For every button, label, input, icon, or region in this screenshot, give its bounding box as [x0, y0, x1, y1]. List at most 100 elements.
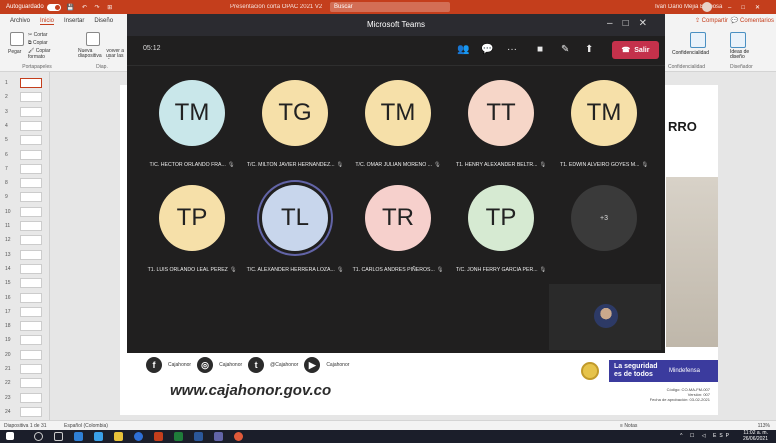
explorer-icon[interactable] — [114, 432, 123, 441]
slide-thumbnail[interactable]: 24 — [2, 405, 48, 419]
chat-icon[interactable]: 💬 — [481, 44, 493, 55]
zoom-level[interactable]: 113% — [758, 423, 770, 429]
mindefensa-text: Mindefensa — [669, 368, 701, 374]
mic-muted-icon: 🎙 — [539, 267, 547, 273]
design-ideas-icon[interactable] — [730, 32, 746, 48]
participant-tile[interactable]: TG T/C. MILTON JAVIER HERNANDEZ... 🎙 — [242, 74, 348, 174]
confidential-button[interactable]: Confidencialidad — [672, 50, 709, 56]
task-view-icon[interactable] — [54, 432, 63, 441]
copy-button[interactable]: ⧉ Copiar — [28, 40, 48, 46]
notes-button[interactable]: ≡ Notas — [620, 423, 637, 429]
slide-thumbnail[interactable]: 1 — [2, 76, 48, 90]
teams-window-controls[interactable]: –□✕ — [607, 18, 657, 29]
participant-tile[interactable]: TP T1. LUIS ORLANDO LEAL PEREZ 🎙 — [139, 179, 245, 279]
user-avatar[interactable] — [702, 2, 712, 12]
slide-thumbnails[interactable]: 1 2 3 4 5 6 7 8 9 10 11 12 13 14 15 16 17 18 19 20 21 22 23 24 — [0, 72, 50, 420]
slide-thumbnail[interactable]: 15 — [2, 276, 48, 290]
user-name[interactable]: Ivan Dario Mejia Barbosa — [655, 4, 722, 10]
social-twitter: @Cajahonor — [270, 362, 299, 368]
participants-icon[interactable]: 👥 — [457, 44, 469, 55]
autosave-label: Autoguardado — [6, 4, 44, 10]
autosave-toggle[interactable]: Autoguardado — [6, 3, 61, 11]
search-box[interactable]: Buscar — [330, 2, 450, 12]
new-slide-button[interactable]: Nueva diapositiva — [78, 49, 106, 59]
slide-thumbnail[interactable]: 17 — [2, 305, 48, 319]
mic-muted-icon[interactable]: ✎ — [561, 44, 569, 55]
participant-tile[interactable]: TR T1. CARLOS ANDRES PIÑEROS... 🎙 — [345, 179, 451, 279]
thumbnail-number: 11 — [5, 223, 11, 229]
slide-thumbnail[interactable]: 13 — [2, 248, 48, 262]
reuse-slides-button[interactable]: Volver a usar las diap. — [106, 49, 128, 59]
format-painter-button[interactable]: 🖌 Copiar formato — [28, 48, 68, 60]
slide-thumbnail[interactable]: 7 — [2, 162, 48, 176]
document-title: Presentación corta OPAC 2021 V2 — [230, 4, 323, 10]
website-url: www.cajahonor.gov.co — [170, 382, 332, 399]
word-icon[interactable] — [194, 432, 203, 441]
slide-thumbnail[interactable]: 20 — [2, 348, 48, 362]
powerpoint-icon[interactable] — [154, 432, 163, 441]
store-icon[interactable] — [94, 432, 103, 441]
self-view[interactable] — [549, 284, 661, 350]
participant-tile[interactable]: TT T1. HENRY ALEXANDER BELTR... 🎙 — [448, 74, 554, 174]
slide-thumbnail[interactable]: 19 — [2, 333, 48, 347]
slide-thumbnail[interactable]: 6 — [2, 148, 48, 162]
overflow-tile[interactable]: +3 — [551, 179, 657, 279]
participant-tile[interactable]: TM T1. EDWIN ALVEIRO GOYES M... 🎙 — [551, 74, 657, 174]
teams-icon[interactable] — [214, 432, 223, 441]
participant-tile[interactable]: TM T/C. HECTOR ORLANDO FRA... 🎙 — [139, 74, 245, 174]
slide-thumbnail[interactable]: 11 — [2, 219, 48, 233]
tab-inicio[interactable]: Inicio — [40, 18, 55, 25]
participant-tile[interactable]: TP T/C. JONH FERRY GARCIA PER... 🎙 — [448, 179, 554, 279]
clock[interactable]: 11:02 a. m. 26/06/2021 — [743, 430, 768, 442]
participant-name-row: T1. LUIS ORLANDO LEAL PEREZ 🎙 — [139, 267, 245, 273]
participant-name-row: T/C. MILTON JAVIER HERNANDEZ... 🎙 — [242, 162, 348, 168]
paste-icon[interactable] — [10, 32, 24, 46]
clipboard-group-label: Portapapeles — [22, 64, 52, 70]
teams-titlebar: Microsoft Teams –□✕ — [127, 14, 665, 36]
design-ideas-button[interactable]: Ideas de diseño — [730, 50, 760, 60]
slide-thumbnail[interactable]: 22 — [2, 376, 48, 390]
search-icon[interactable] — [34, 432, 43, 441]
share-button[interactable]: ⇪ Compartir — [695, 17, 728, 24]
slide-thumbnail[interactable]: 18 — [2, 319, 48, 333]
slide-thumbnail[interactable]: 8 — [2, 176, 48, 190]
thumbnail-preview — [20, 192, 42, 203]
leave-call-button[interactable]: ☎ Salir — [612, 41, 659, 59]
participant-tile[interactable]: TL T/C. ALEXANDER HERRERA LOZA... 🎙 — [242, 179, 348, 279]
excel-icon[interactable] — [174, 432, 183, 441]
language[interactable]: Español (Colombia) — [64, 423, 108, 429]
slide-count: Diapositiva 1 de 31 — [4, 423, 47, 429]
share-screen-icon[interactable]: ⬆ — [585, 44, 593, 55]
thumbnail-number: 21 — [5, 366, 11, 372]
tab-archivo[interactable]: Archivo — [10, 18, 30, 24]
quick-access-icons[interactable]: 💾 ↶ ↷ ⊞ — [67, 4, 116, 11]
confidential-icon[interactable] — [690, 32, 706, 48]
seguridad-text: La seguridad es de todos — [614, 363, 658, 378]
slide-thumbnail[interactable]: 12 — [2, 233, 48, 247]
more-options-icon[interactable]: ··· — [507, 44, 517, 55]
participant-tile[interactable]: TM T/C. OMAR JULIAN MORENO ... 🎙 — [345, 74, 451, 174]
new-slide-icon[interactable] — [86, 32, 100, 46]
comments-button[interactable]: 💬 Comentarios — [731, 17, 774, 24]
slide-thumbnail[interactable]: 10 — [2, 205, 48, 219]
slide-thumbnail[interactable]: 2 — [2, 90, 48, 104]
slide-thumbnail[interactable]: 4 — [2, 119, 48, 133]
slide-thumbnail[interactable]: 14 — [2, 262, 48, 276]
slide-thumbnail[interactable]: 16 — [2, 291, 48, 305]
edge-icon[interactable] — [74, 432, 83, 441]
window-controls[interactable]: –□✕ — [728, 4, 770, 11]
slide-thumbnail[interactable]: 3 — [2, 105, 48, 119]
tab-diseno[interactable]: Diseño — [94, 18, 113, 24]
chrome-icon[interactable] — [134, 432, 143, 441]
tab-insertar[interactable]: Insertar — [64, 18, 84, 24]
paste-button[interactable]: Pegar — [8, 49, 21, 55]
start-icon[interactable] — [6, 432, 14, 440]
slide-thumbnail[interactable]: 23 — [2, 391, 48, 405]
slide-thumbnail[interactable]: 5 — [2, 133, 48, 147]
system-tray[interactable]: ^ ☐ ◁ ESP — [680, 433, 732, 439]
camera-icon[interactable]: ■ — [537, 44, 543, 55]
app-icon[interactable] — [234, 432, 243, 441]
cut-button[interactable]: ✂ Cortar — [28, 32, 48, 38]
slide-thumbnail[interactable]: 21 — [2, 362, 48, 376]
slide-thumbnail[interactable]: 9 — [2, 190, 48, 204]
